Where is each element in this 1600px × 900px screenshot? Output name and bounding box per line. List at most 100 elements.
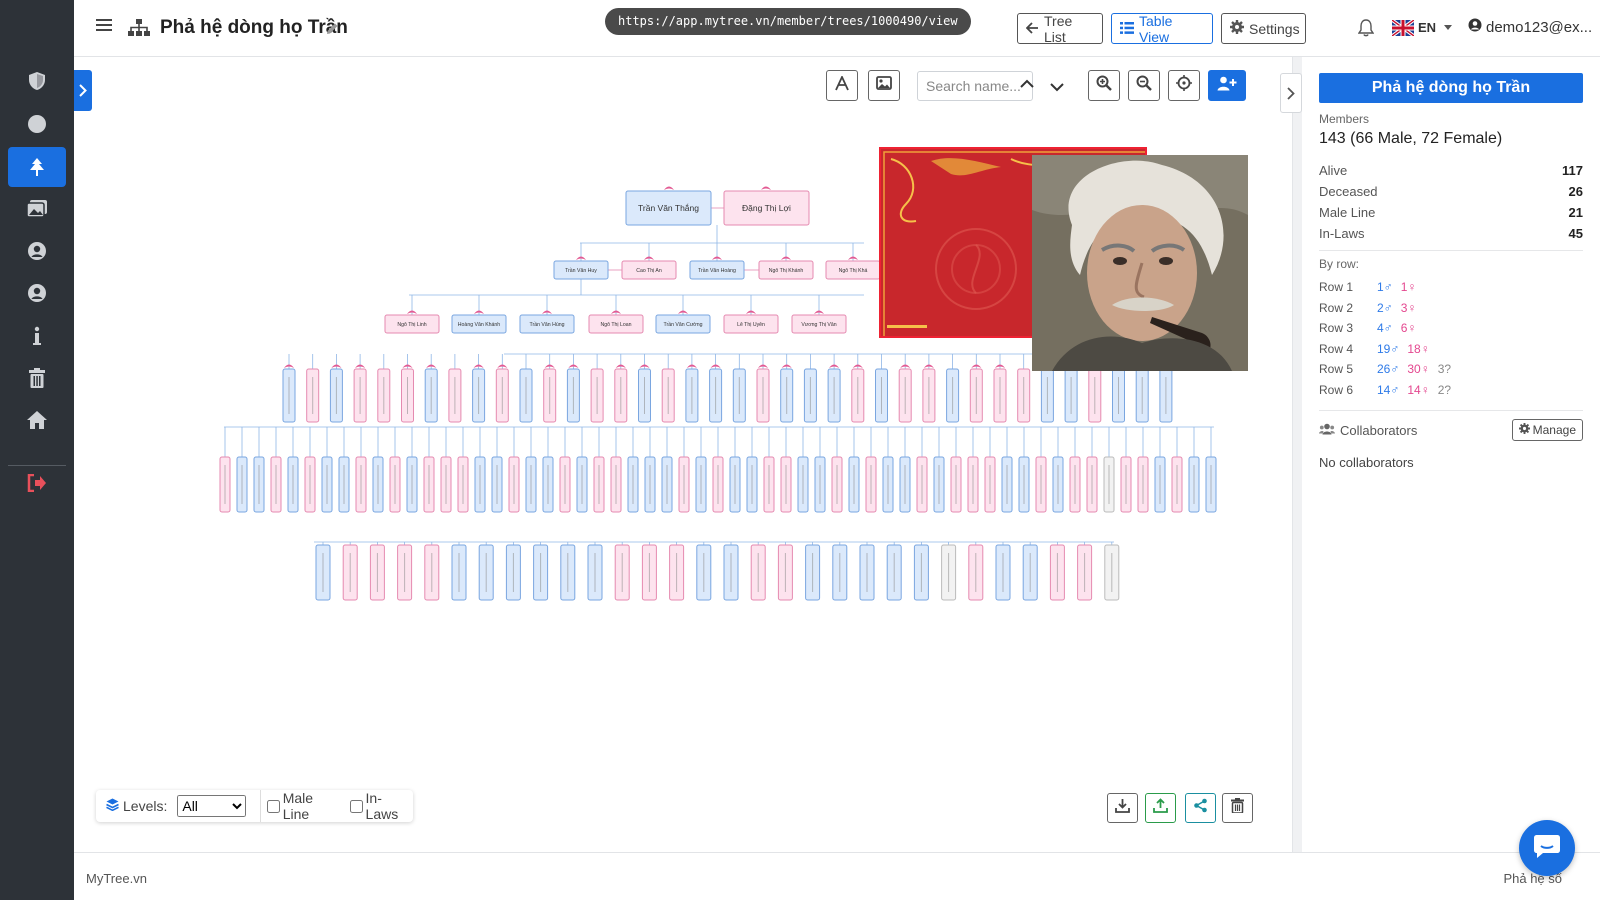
member-node[interactable]: Trần Văn Hoàng (689, 260, 745, 280)
member-node[interactable] (1001, 456, 1013, 513)
member-node[interactable] (372, 456, 384, 513)
member-node[interactable] (253, 456, 265, 513)
member-node[interactable] (1069, 456, 1081, 513)
home-icon[interactable] (8, 400, 66, 440)
member-node[interactable] (401, 368, 414, 423)
settings-button[interactable]: Settings (1221, 13, 1306, 44)
member-node[interactable] (355, 456, 367, 513)
member-node[interactable] (525, 456, 537, 513)
upload-button[interactable] (1145, 793, 1176, 823)
member-node[interactable] (886, 544, 902, 601)
member-node[interactable] (304, 456, 316, 513)
member-node[interactable] (519, 368, 533, 423)
member-node[interactable] (448, 368, 462, 423)
member-node[interactable] (627, 456, 639, 513)
member-node[interactable] (610, 456, 622, 513)
member-node[interactable]: Hoàng Văn Khánh (451, 314, 507, 334)
language-selector[interactable]: EN (1418, 20, 1436, 35)
member-node[interactable]: Lê Thị Uyên (723, 314, 779, 334)
member-node[interactable] (685, 368, 699, 423)
member-node[interactable] (950, 456, 962, 513)
member-node[interactable] (560, 544, 576, 601)
member-node[interactable]: Trần Văn Hùng (519, 314, 575, 334)
member-node[interactable] (424, 368, 438, 423)
circle-icon[interactable] (8, 104, 66, 144)
chat-button[interactable] (1519, 820, 1575, 876)
member-node[interactable] (369, 544, 385, 601)
in-laws-checkbox[interactable] (349, 799, 363, 813)
edit-title-icon[interactable] (326, 22, 339, 40)
member-node[interactable] (913, 544, 929, 601)
member-node[interactable] (576, 456, 588, 513)
levels-select[interactable]: All (177, 795, 246, 817)
member-node[interactable] (1018, 456, 1030, 513)
member-node[interactable] (1112, 368, 1125, 423)
member-node[interactable] (1049, 544, 1065, 601)
member-node[interactable] (805, 544, 821, 601)
member-node[interactable] (397, 544, 413, 601)
member-node[interactable] (1077, 544, 1093, 601)
member-node[interactable] (451, 544, 467, 601)
member-node[interactable] (882, 456, 894, 513)
member-node[interactable] (756, 368, 770, 423)
user-menu[interactable]: demo123@ex... (1468, 18, 1592, 36)
uk-flag-icon[interactable] (1390, 18, 1416, 38)
member-node[interactable]: Ngô Thị Khá (825, 260, 881, 280)
member-node[interactable] (495, 368, 509, 423)
member-node[interactable] (827, 368, 841, 423)
member-node[interactable] (1064, 368, 1078, 423)
member-node[interactable] (533, 544, 549, 601)
member-node[interactable]: Vương Thị Vân (791, 314, 847, 334)
member-node[interactable] (474, 456, 486, 513)
member-node[interactable] (406, 456, 418, 513)
member-node[interactable] (508, 456, 520, 513)
member-node[interactable] (712, 456, 724, 513)
member-node[interactable] (590, 368, 604, 423)
member-node[interactable]: Trần Văn Huy (553, 260, 609, 280)
member-node[interactable] (638, 368, 651, 423)
manage-collaborators-button[interactable]: Manage (1511, 419, 1583, 441)
member-node[interactable] (593, 456, 605, 513)
images-icon[interactable] (8, 189, 66, 229)
member-node[interactable] (389, 456, 401, 513)
member-node[interactable] (587, 544, 603, 601)
member-node[interactable] (898, 368, 912, 423)
member-node[interactable] (678, 456, 690, 513)
member-node[interactable] (505, 544, 521, 601)
member-node[interactable] (338, 456, 350, 513)
member-node[interactable] (1188, 456, 1200, 513)
member-node[interactable] (780, 368, 794, 423)
member-node[interactable] (922, 368, 936, 423)
logout-icon[interactable] (8, 463, 66, 503)
member-node[interactable] (1035, 456, 1047, 513)
caret-down-icon[interactable] (1444, 25, 1452, 30)
member-node[interactable] (566, 368, 580, 423)
member-node[interactable] (1159, 368, 1173, 423)
member-node[interactable] (831, 456, 843, 513)
member-node[interactable] (763, 456, 775, 513)
member-node[interactable] (270, 456, 282, 513)
member-node[interactable] (709, 368, 723, 423)
tree-canvas[interactable]: Trần Văn Thắng Đặng Thị Lợi Trần Văn Huy Ca… (74, 57, 1292, 852)
member-node[interactable] (661, 456, 673, 513)
member-node[interactable] (969, 368, 983, 423)
member-node[interactable] (946, 368, 960, 423)
download-button[interactable] (1107, 793, 1138, 823)
member-node[interactable] (832, 544, 848, 601)
member-node[interactable]: Cao Thị An (621, 260, 677, 280)
member-node[interactable] (282, 368, 296, 423)
shield-icon[interactable] (8, 61, 66, 101)
url-bar[interactable]: https://app.mytree.vn/member/trees/10004… (605, 8, 971, 35)
member-node[interactable] (644, 456, 656, 513)
member-node[interactable] (236, 456, 248, 513)
trash-icon[interactable] (8, 358, 66, 398)
member-node[interactable] (1205, 456, 1217, 513)
share-button[interactable] (1185, 793, 1216, 823)
member-node[interactable] (1154, 456, 1166, 513)
member-node[interactable] (1086, 456, 1098, 513)
member-node[interactable] (967, 456, 979, 513)
member-node[interactable] (851, 368, 865, 423)
hamburger-menu-icon[interactable] (96, 18, 112, 37)
member-node[interactable] (993, 368, 1007, 423)
member-node[interactable] (329, 368, 343, 423)
